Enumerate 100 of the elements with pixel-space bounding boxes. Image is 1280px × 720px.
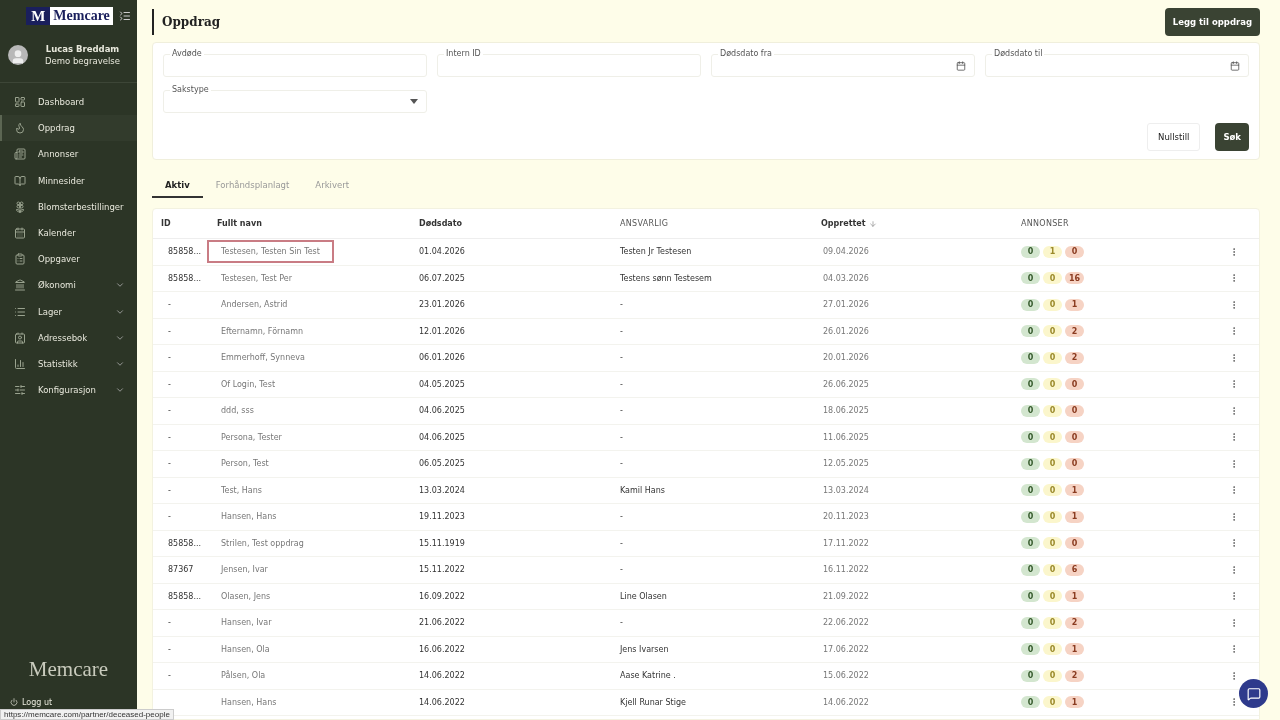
count-badge: 0: [1021, 378, 1040, 391]
count-badge: 0: [1043, 590, 1062, 603]
name-cell[interactable]: Strilen, Test oppdrag: [207, 531, 318, 555]
newspaper-icon: [14, 148, 26, 161]
nav-item[interactable]: Konfigurasjon: [0, 377, 137, 404]
table-cell-text: 16.11.2022: [822, 565, 870, 575]
count-badge: 0: [1021, 431, 1040, 444]
column-header[interactable]: Dødsdato: [411, 219, 612, 228]
nav-item[interactable]: Lager: [0, 298, 137, 325]
nav-item[interactable]: Økonomi: [0, 272, 137, 299]
nav-item[interactable]: Statistikk: [0, 350, 137, 378]
name-cell[interactable]: Pålsen, Ola: [207, 664, 280, 688]
table-cell-text: -: [619, 459, 624, 469]
table-cell-text: -: [619, 565, 624, 575]
table-cell-text: 27.01.2026: [822, 300, 870, 310]
table-cell-text: -: [167, 671, 172, 681]
count-badge: 2: [1065, 351, 1084, 364]
organization-name: Demo begravelse: [45, 56, 120, 66]
table-cell-text: 04.06.2025: [418, 432, 466, 442]
table-cell-text: 13.03.2024: [418, 485, 466, 495]
calendar-icon: [1230, 60, 1240, 71]
count-badge: 0: [1043, 272, 1062, 285]
menu-icon[interactable]: [118, 10, 131, 22]
table-cell-text: 17.06.2022: [822, 644, 870, 654]
name-cell[interactable]: Hansen, Hans: [207, 505, 291, 529]
table-cell-text: 87367: [167, 565, 195, 575]
dropdown-icon: [410, 99, 418, 104]
name-cell[interactable]: Efternamn, Förnamn: [207, 319, 318, 343]
reset-button[interactable]: Nullstill: [1147, 123, 1201, 151]
nav-item[interactable]: Minnesider: [0, 167, 137, 194]
name-cell[interactable]: Hansen, Hans: [207, 690, 291, 714]
count-badge: 2: [1065, 325, 1084, 338]
dashboard-icon: [14, 96, 26, 109]
count-badge: 2: [1065, 669, 1084, 682]
nav-item[interactable]: Dashboard: [0, 89, 137, 116]
nav-item[interactable]: Blomsterbestillinger: [0, 193, 137, 220]
name-cell[interactable]: Jensen, Ivar: [207, 558, 282, 582]
add-button[interactable]: Legg til oppdrag: [1164, 8, 1260, 36]
nav-item[interactable]: Adressebok: [0, 324, 137, 351]
count-badge: 0: [1043, 457, 1062, 470]
table-cell-text: 16.06.2022: [418, 644, 466, 654]
table-cell-text: 14.06.2022: [418, 697, 466, 707]
table-cell-text: Testen Jr Testesen: [619, 247, 693, 257]
count-badge: 0: [1043, 510, 1062, 523]
count-badge: 0: [1043, 669, 1062, 682]
search-button[interactable]: Søk: [1215, 123, 1249, 151]
name-cell[interactable]: Of Login, Test: [207, 372, 290, 396]
count-badge: 0: [1021, 669, 1040, 682]
name-cell[interactable]: Persona, Tester: [207, 425, 296, 449]
column-header[interactable]: Opprettet: [813, 219, 1013, 228]
table-cell-text: 16.09.2022: [418, 591, 466, 601]
table-cell-text: -: [619, 379, 624, 389]
count-badge: 1: [1065, 298, 1084, 311]
count-badge: 1: [1043, 245, 1062, 258]
table-cell-text: 21.06.2022: [418, 618, 466, 628]
name-cell[interactable]: Emmerhoff, Synneva: [207, 346, 319, 370]
table-cell-text: -: [167, 512, 172, 522]
table-cell-text: -: [167, 459, 172, 469]
table-cell-text: -: [167, 644, 172, 654]
nav-item[interactable]: Oppgaver: [0, 246, 137, 273]
logout-link[interactable]: Logg ut: [0, 696, 63, 708]
table-cell-text: -: [167, 353, 172, 363]
status-url: https://memcare.com/partner/deceased-people: [0, 709, 174, 720]
count-badge: 0: [1065, 378, 1084, 391]
bank-icon: [14, 279, 26, 292]
count-badge: 0: [1021, 351, 1040, 364]
name-cell[interactable]: Olasen, Jens: [207, 584, 285, 608]
count-badge: 0: [1043, 563, 1062, 576]
name-cell[interactable]: Testesen, Testen Sin Test: [207, 240, 334, 264]
name-cell[interactable]: Hansen, Ivar: [207, 611, 286, 635]
count-badge: 2: [1065, 616, 1084, 629]
table-cell-text: -: [619, 618, 624, 628]
nav-item[interactable]: Annonser: [0, 141, 137, 168]
table-cell-text: Kjell Runar Stige: [619, 697, 687, 707]
name-cell[interactable]: Testesen, Test Per: [207, 266, 306, 290]
table-cell-text: -: [619, 512, 624, 522]
name-cell[interactable]: Person, Test: [207, 452, 283, 476]
count-badge: 0: [1043, 696, 1062, 709]
table-cell-text: Kamil Hans: [619, 485, 666, 495]
name-cell[interactable]: Test, Hans: [207, 478, 276, 502]
count-badge: 0: [1021, 590, 1040, 603]
count-badge: 0: [1021, 616, 1040, 629]
table-cell-text: 26.01.2026: [822, 326, 870, 336]
name-cell[interactable]: ddd, sss: [207, 399, 268, 423]
table-cell-text: 12.05.2025: [822, 459, 870, 469]
name-cell[interactable]: Hansen, Ola: [207, 637, 284, 661]
column-header[interactable]: Fullt navn: [209, 219, 411, 228]
table-cell-text: 20.01.2026: [822, 353, 870, 363]
count-badge: 0: [1021, 245, 1040, 258]
count-badge: 0: [1043, 484, 1062, 497]
count-badge: 1: [1065, 696, 1084, 709]
sliders-icon: [14, 384, 26, 397]
table-cell-text: -: [167, 300, 172, 310]
column-header[interactable]: ID: [153, 219, 209, 228]
tab[interactable]: Aktiv: [152, 174, 203, 198]
name-cell[interactable]: Andersen, Astrid: [207, 293, 302, 317]
table-cell-text: 06.01.2026: [418, 353, 466, 363]
nav-item[interactable]: Oppdrag: [0, 115, 137, 142]
calendar-icon: [956, 60, 966, 71]
nav-item[interactable]: Kalender: [0, 219, 137, 247]
